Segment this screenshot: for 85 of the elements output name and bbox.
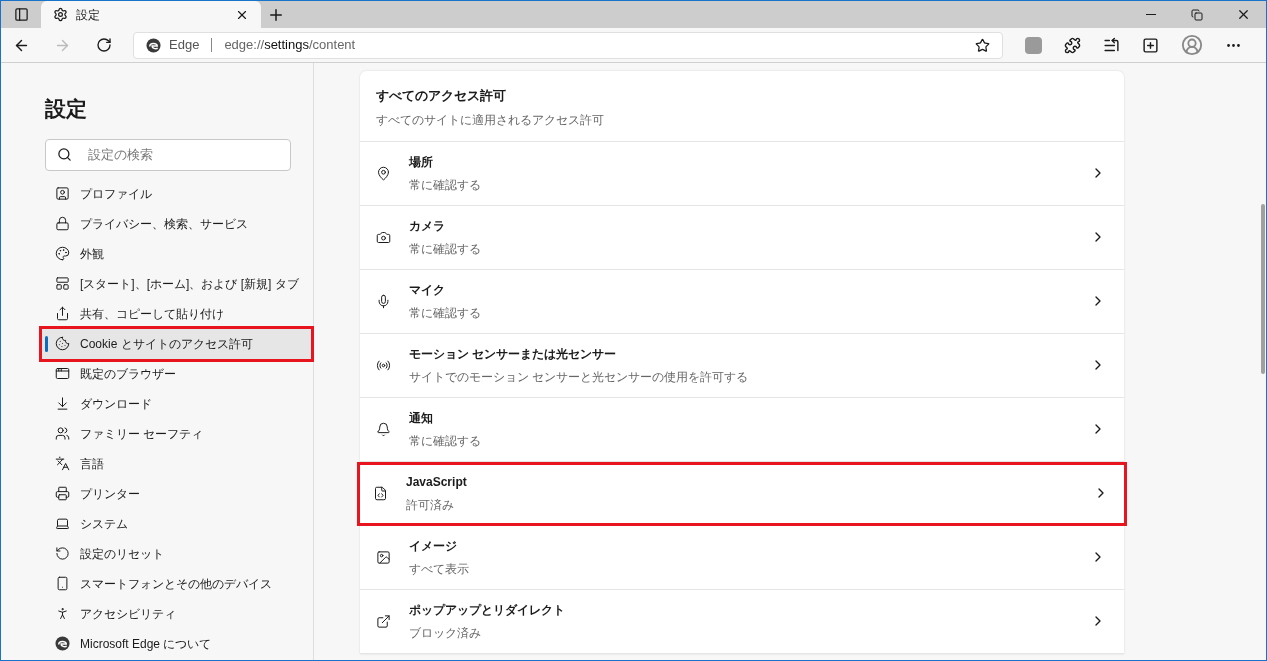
extension-icon[interactable]: [1025, 36, 1042, 54]
smartphone-icon: [55, 576, 70, 591]
avatar-icon[interactable]: [1181, 34, 1203, 56]
permission-status: 常に確認する: [409, 432, 482, 450]
permission-status: 常に確認する: [409, 240, 482, 258]
sidebar-item[interactable]: Microsoft Edge について: [42, 628, 311, 659]
tab-title: 設定: [76, 6, 101, 24]
site-label: Edge: [169, 36, 200, 55]
permission-row[interactable]: イメージ すべて表示: [360, 525, 1124, 590]
profile-icon: [55, 186, 70, 201]
panel-icon: [13, 7, 29, 22]
sidebar-item[interactable]: 外観: [42, 238, 311, 269]
url-text: edge://settings/content: [224, 36, 357, 55]
edge-logo-icon: [146, 37, 161, 53]
sidebar-item[interactable]: 共有、コピーして貼り付け: [42, 298, 311, 329]
permission-name: マイク: [409, 281, 446, 299]
permission-row[interactable]: ポップアップとリダイレクト ブロック済み: [360, 589, 1124, 654]
collections-icon[interactable]: [1142, 36, 1159, 54]
permission-name: イメージ: [409, 537, 458, 555]
browser-tab[interactable]: 設定: [41, 1, 261, 28]
permission-name: ポップアップとリダイレクト: [409, 601, 566, 619]
location-pin-icon: [376, 165, 391, 181]
language-icon: [55, 456, 70, 471]
sidebar-item[interactable]: プロファイル: [42, 178, 311, 209]
permission-name: 場所: [409, 153, 434, 171]
sidebar-item[interactable]: スマートフォンとその他のデバイス: [42, 568, 311, 599]
puzzle-icon[interactable]: [1064, 36, 1081, 54]
permission-row[interactable]: 場所 常に確認する: [360, 141, 1124, 206]
download-icon: [55, 396, 70, 411]
people-icon: [55, 426, 70, 441]
browser-window-icon: [55, 366, 70, 381]
sidebar-item[interactable]: [スタート]、[ホーム]、および [新規] タブ: [42, 268, 311, 299]
card-title: すべてのアクセス許可: [376, 87, 507, 105]
permission-row[interactable]: JavaScript 許可済み: [357, 461, 1127, 526]
image-icon: [376, 549, 391, 565]
permission-row[interactable]: モーション センサーまたは光センサー サイトでのモーション センサーと光センサーの使用を許可する: [360, 333, 1124, 398]
permission-name: カメラ: [409, 217, 446, 235]
sidebar-item[interactable]: プリンター: [42, 478, 311, 509]
search-field[interactable]: 設定の検索: [45, 138, 291, 171]
permission-name: JavaScript: [406, 473, 468, 491]
laptop-icon: [55, 516, 70, 531]
sidebar-item[interactable]: 設定のリセット: [42, 538, 311, 569]
permission-status: ブロック済み: [409, 624, 482, 642]
external-link-icon: [376, 613, 391, 629]
sidebar-item[interactable]: Cookie とサイトのアクセス許可: [42, 328, 311, 359]
permission-status: 常に確認する: [409, 304, 482, 322]
permission-row[interactable]: カメラ 常に確認する: [360, 205, 1124, 270]
camera-icon: [376, 229, 391, 245]
sidebar-item[interactable]: ダウンロード: [42, 388, 311, 419]
refresh-icon: [96, 37, 112, 53]
permission-status: すべて表示: [409, 560, 470, 578]
share-icon: [55, 306, 70, 321]
permission-status: 常に確認する: [409, 176, 482, 194]
sidebar-item[interactable]: アクセシビリティ: [42, 598, 311, 629]
cookie-icon: [55, 336, 70, 351]
sidebar-item[interactable]: システム: [42, 508, 311, 539]
microphone-icon: [376, 293, 391, 309]
minimize-icon: [1146, 14, 1156, 15]
code-file-icon: [373, 485, 388, 501]
lock-icon: [55, 216, 70, 231]
add-favorite-icon[interactable]: [975, 37, 990, 53]
sidebar-item[interactable]: ファミリー セーフティ: [42, 418, 311, 449]
permission-name: 通知: [409, 409, 434, 427]
layout-icon: [55, 276, 70, 291]
settings-icon: [53, 7, 68, 22]
sidebar-item[interactable]: 既定のブラウザー: [42, 358, 311, 389]
printer-icon: [55, 486, 70, 501]
permission-row[interactable]: 通知 常に確認する: [360, 397, 1124, 462]
permission-status: 許可済み: [406, 496, 455, 514]
bell-icon: [376, 421, 391, 437]
accessibility-icon: [55, 606, 70, 621]
restore-icon: [1191, 8, 1203, 21]
palette-icon: [55, 246, 70, 261]
permission-row[interactable]: マイク 常に確認する: [360, 269, 1124, 334]
sidebar-title: 設定: [45, 96, 88, 122]
sidebar-item[interactable]: プライバシー、検索、サービス: [42, 208, 311, 239]
permission-name: モーション センサーまたは光センサー: [409, 345, 618, 363]
sidebar-item[interactable]: 言語: [42, 448, 311, 479]
permission-status: サイトでのモーション センサーと光センサーの使用を許可する: [409, 368, 750, 386]
search-icon: [57, 146, 72, 162]
address-field[interactable]: Edge edge://settings/content: [133, 31, 1003, 59]
card-subtitle: すべてのサイトに適用されるアクセス許可: [376, 111, 605, 129]
edge-logo-icon: [55, 636, 70, 651]
favorites-icon[interactable]: [1103, 36, 1120, 54]
reset-icon: [55, 546, 70, 561]
